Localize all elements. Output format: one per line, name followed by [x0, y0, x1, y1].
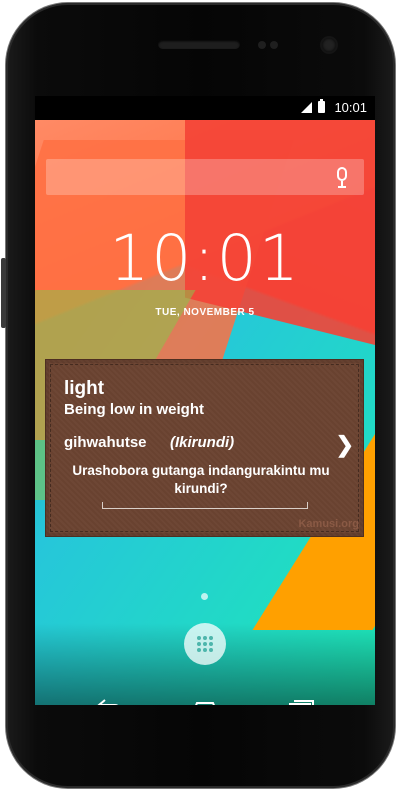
chevron-right-icon[interactable]: ❯ [336, 432, 354, 458]
grid-dot [197, 636, 201, 640]
grid-dot [203, 642, 207, 646]
signal-icon [301, 102, 312, 113]
proximity-sensor [258, 41, 266, 49]
battery-icon [318, 99, 325, 113]
lockscreen-clock: 10:01 [109, 222, 301, 295]
widget-answer-line[interactable] [102, 502, 308, 509]
grid-dot [209, 642, 213, 646]
widget-word: light [64, 378, 105, 399]
grid-dot [203, 636, 207, 640]
mic-icon-base [338, 186, 346, 188]
widget-question: Urashobora gutanga indangurakintu mu kir… [72, 463, 330, 496]
volume-button [1, 258, 6, 328]
grid-dot [203, 648, 207, 652]
status-time: 10:01 [334, 100, 367, 115]
widget-definition: Being low in weight [64, 401, 204, 418]
page-indicator-dot [201, 593, 208, 600]
navigation-bar [35, 690, 375, 705]
dictionary-widget[interactable]: light Being low in weight gihwahutse (Ik… [45, 359, 364, 537]
grid-dot [197, 642, 201, 646]
phone-screen: 10:01 TUE, NOVEMBER 5 light Being low in… [35, 96, 375, 705]
wallpaper: 10:01 TUE, NOVEMBER 5 light Being low in… [35, 96, 375, 705]
lockscreen-date: TUE, NOVEMBER 5 [155, 307, 255, 318]
widget-brand: Kamusi.org [298, 518, 359, 530]
grid-dot [197, 648, 201, 652]
widget-translation: gihwahutse [64, 434, 147, 451]
grid-dot [209, 648, 213, 652]
app-drawer-icon[interactable] [184, 623, 226, 665]
front-camera [322, 38, 336, 52]
earpiece-speaker [158, 40, 240, 49]
widget-language: (Ikirundi) [170, 434, 235, 451]
back-icon[interactable] [95, 697, 123, 705]
search-bar[interactable] [46, 159, 364, 195]
mic-icon[interactable] [337, 167, 347, 181]
recents-icon[interactable] [286, 697, 316, 705]
light-sensor [270, 41, 278, 49]
grid-dot [209, 636, 213, 640]
home-icon[interactable] [189, 697, 221, 705]
status-bar: 10:01 [35, 96, 375, 120]
